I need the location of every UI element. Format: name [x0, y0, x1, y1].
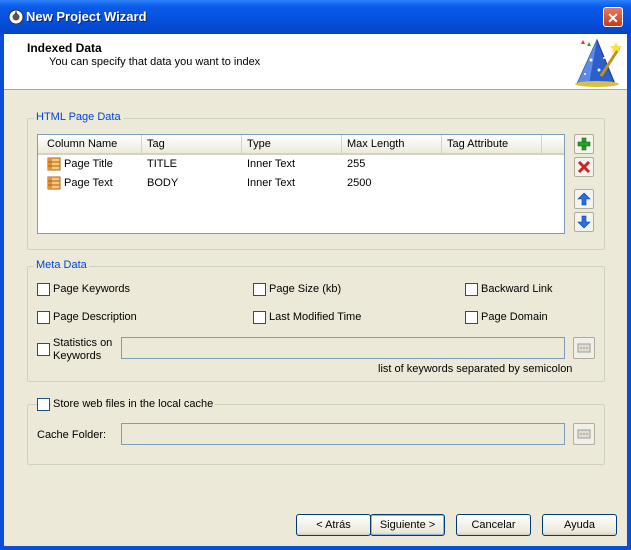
next-button[interactable]: Siguiente > [370, 514, 445, 536]
last-modified-label: Last Modified Time [269, 311, 362, 323]
cell-name: Page Text [42, 174, 142, 193]
list-header: Column Name Tag Type Max Length Tag Attr… [38, 135, 564, 155]
move-down-button[interactable] [574, 212, 594, 232]
add-icon [577, 137, 591, 151]
add-row-button[interactable] [574, 134, 594, 154]
wizard-header: Indexed Data You can specify that data y… [4, 34, 627, 90]
keywords-input[interactable] [121, 337, 565, 359]
table-row[interactable]: Page Title TITLE Inner Text 255 [38, 155, 564, 174]
row-type: Inner Text [247, 177, 296, 189]
cache-folder-label: Cache Folder: [37, 429, 107, 441]
cell-name: Page Title [42, 155, 142, 174]
browse-icon [577, 429, 591, 439]
dialog-body: Indexed Data You can specify that data y… [4, 34, 627, 546]
row-tag-attribute [442, 155, 542, 174]
column-header-type[interactable]: Type [242, 135, 342, 153]
delete-row-button[interactable] [574, 157, 594, 177]
column-header-name[interactable]: Column Name [42, 135, 142, 153]
page-description-label: Page Description [53, 311, 137, 323]
store-cache-label: Store web files in the local cache [51, 398, 216, 410]
meta-data-label: Meta Data [34, 259, 89, 271]
close-icon: ✕ [607, 10, 619, 26]
row-tag: BODY [147, 177, 179, 189]
cancel-button[interactable]: Cancelar [456, 514, 531, 536]
keywords-browse-button[interactable] [573, 337, 595, 359]
row-tag: TITLE [147, 158, 177, 170]
page-domain-label: Page Domain [481, 311, 548, 323]
browse-icon [577, 343, 591, 353]
row-max-length: 255 [347, 158, 366, 170]
page-size-checkbox[interactable] [253, 283, 266, 296]
page-subtitle: You can specify that data you want to in… [49, 56, 261, 68]
column-header-tag-attribute[interactable]: Tag Attribute [442, 135, 542, 153]
window-title: New Project Wizard [26, 9, 147, 24]
column-header-max-length[interactable]: Max Length [342, 135, 442, 153]
row-max-length: 2500 [347, 177, 372, 189]
statistics-keywords-checkbox[interactable] [37, 343, 50, 356]
move-up-button[interactable] [574, 189, 594, 209]
data-column-icon [47, 157, 61, 171]
cache-folder-browse-button[interactable] [573, 423, 595, 445]
back-button[interactable]: < Atrás [296, 514, 371, 536]
page-domain-checkbox[interactable] [465, 311, 478, 324]
help-button[interactable]: Ayuda [542, 514, 617, 536]
row-type: Inner Text [247, 158, 296, 170]
delete-icon [577, 160, 591, 174]
page-title: Indexed Data [27, 41, 102, 55]
last-modified-checkbox[interactable] [253, 311, 266, 324]
wizard-hat-icon [575, 38, 622, 87]
backward-link-label: Backward Link [481, 283, 553, 295]
close-button[interactable]: ✕ [603, 7, 623, 27]
title-bar[interactable]: New Project Wizard ✕ [0, 0, 631, 34]
page-description-checkbox[interactable] [37, 311, 50, 324]
column-header-tag[interactable]: Tag [142, 135, 242, 153]
page-keywords-label: Page Keywords [53, 283, 131, 295]
move-up-icon [577, 192, 591, 206]
row-name: Page Title [64, 158, 113, 170]
statistics-keywords-label-line1: Statistics on [53, 337, 113, 349]
page-size-label: Page Size (kb) [269, 283, 342, 295]
keywords-hint: list of keywords separated by semicolon [378, 363, 573, 375]
html-page-data-label: HTML Page Data [34, 111, 123, 123]
row-tag-attribute [442, 174, 542, 193]
store-cache-checkbox[interactable] [37, 398, 50, 411]
html-page-data-list[interactable]: Column Name Tag Type Max Length Tag Attr… [37, 134, 565, 234]
move-down-icon [577, 215, 591, 229]
statistics-keywords-label-line2: Keywords [53, 350, 102, 362]
page-keywords-checkbox[interactable] [37, 283, 50, 296]
table-row[interactable]: Page Text BODY Inner Text 2500 [38, 174, 564, 193]
wizard-window: New Project Wizard ✕ Indexed Data You ca… [0, 0, 631, 550]
row-name: Page Text [64, 177, 113, 189]
app-icon [8, 9, 24, 25]
backward-link-checkbox[interactable] [465, 283, 478, 296]
cache-folder-input[interactable] [121, 423, 565, 445]
data-column-icon [47, 176, 61, 190]
